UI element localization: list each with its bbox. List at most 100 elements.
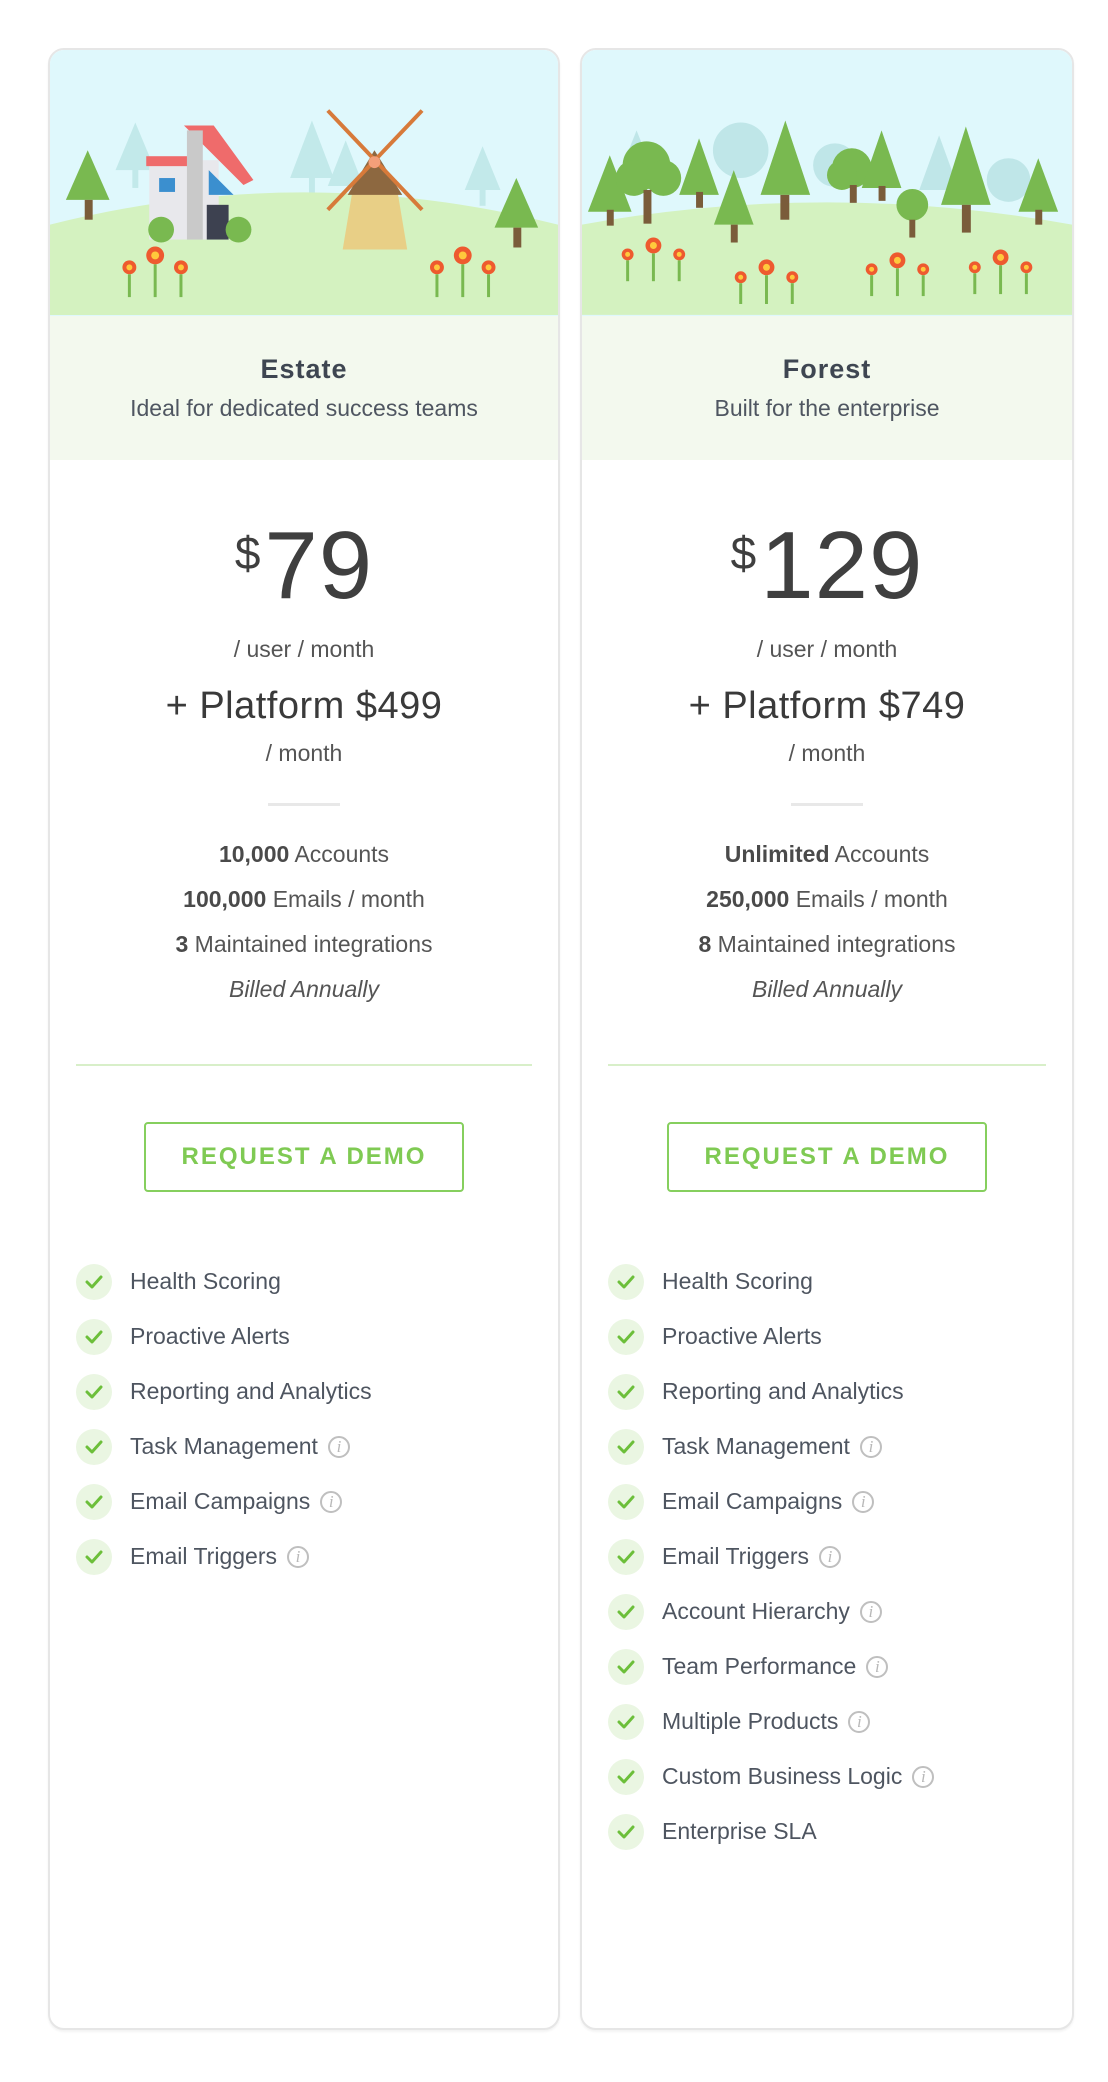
- info-icon[interactable]: i: [848, 1710, 871, 1733]
- price-amount: 79: [264, 512, 374, 619]
- quota-label: Maintained integrations: [717, 931, 956, 957]
- feature-label: Task Management: [130, 1433, 318, 1459]
- plan-tagline: Ideal for dedicated success teams: [130, 395, 478, 421]
- check-icon: [608, 1483, 644, 1520]
- quota-value: 250,000: [706, 886, 790, 912]
- divider: [608, 1064, 1046, 1066]
- feature-list: Health Scoring Proactive Alerts Reporting …: [582, 1254, 1072, 1859]
- feature-item: Multiple Products i: [608, 1694, 1072, 1749]
- request-demo-button[interactable]: REQUEST A DEMO: [667, 1122, 987, 1192]
- feature-label: Proactive Alerts: [130, 1323, 290, 1349]
- info-icon[interactable]: i: [320, 1490, 343, 1513]
- house-and-windmill-icon: [50, 109, 558, 315]
- feature-item: Health Scoring: [76, 1254, 558, 1309]
- quota-accounts: 10,000 Accounts: [50, 832, 558, 877]
- feature-label: Team Performance: [662, 1653, 857, 1679]
- price: $129: [582, 518, 1072, 614]
- feature-item: Proactive Alerts: [76, 1309, 558, 1364]
- check-icon: [608, 1813, 644, 1850]
- platform-period: / month: [265, 740, 343, 766]
- currency-symbol: $: [730, 527, 757, 579]
- feature-item: Reporting and Analytics: [76, 1364, 558, 1419]
- quota-label: Accounts: [834, 841, 930, 867]
- feature-item: Task Management i: [608, 1419, 1072, 1474]
- plan-header: Forest Built for the enterprise: [582, 316, 1072, 460]
- check-icon: [608, 1758, 644, 1795]
- price-period: / user / month: [756, 636, 898, 662]
- quota-label: Maintained integrations: [194, 931, 433, 957]
- estate-illustration: [50, 50, 558, 316]
- info-icon[interactable]: i: [286, 1545, 309, 1568]
- info-icon[interactable]: i: [327, 1435, 350, 1458]
- feature-label: Multiple Products: [662, 1708, 839, 1734]
- check-icon: [608, 1373, 644, 1410]
- feature-item: Task Management i: [76, 1419, 558, 1474]
- feature-list: Health Scoring Proactive Alerts Reporting …: [50, 1254, 558, 1584]
- divider: [268, 803, 340, 806]
- info-icon[interactable]: i: [818, 1545, 841, 1568]
- feature-item: Account Hierarchy i: [608, 1584, 1072, 1639]
- quota-value: 3: [175, 931, 189, 957]
- quota-label: Emails / month: [272, 886, 425, 912]
- info-icon[interactable]: i: [852, 1490, 875, 1513]
- feature-label: Email Campaigns: [130, 1488, 311, 1514]
- feature-label: Proactive Alerts: [662, 1323, 822, 1349]
- plan-name: Forest: [782, 354, 872, 384]
- feature-label: Email Triggers: [130, 1543, 277, 1569]
- feature-label: Health Scoring: [662, 1268, 813, 1294]
- feature-label: Email Campaigns: [662, 1488, 843, 1514]
- feature-label: Account Hierarchy: [662, 1598, 850, 1624]
- check-icon: [608, 1428, 644, 1465]
- feature-label: Custom Business Logic: [662, 1763, 903, 1789]
- quota-integrations: 3 Maintained integrations: [50, 922, 558, 967]
- info-icon[interactable]: i: [859, 1435, 882, 1458]
- check-icon: [608, 1593, 644, 1630]
- price-amount: 129: [760, 512, 924, 619]
- quota-emails: 100,000 Emails / month: [50, 877, 558, 922]
- quota-label: Emails / month: [795, 886, 948, 912]
- request-demo-button[interactable]: REQUEST A DEMO: [144, 1122, 464, 1192]
- info-icon[interactable]: i: [859, 1600, 882, 1623]
- feature-item: Email Triggers i: [608, 1529, 1072, 1584]
- forest-illustration: [582, 50, 1072, 316]
- check-icon: [608, 1703, 644, 1740]
- quota-emails: 250,000 Emails / month: [582, 877, 1072, 922]
- plan-quotas: Unlimited Accounts 250,000 Emails / mont…: [582, 832, 1072, 1012]
- feature-item: Enterprise SLA: [608, 1804, 1072, 1859]
- check-icon: [76, 1263, 112, 1300]
- quota-value: 8: [698, 931, 712, 957]
- check-icon: [608, 1263, 644, 1300]
- billing-note: Billed Annually: [228, 976, 380, 1002]
- forest-icon: [582, 120, 1072, 315]
- check-icon: [76, 1483, 112, 1520]
- divider: [76, 1064, 532, 1066]
- platform-fee: + Platform $499: [165, 685, 443, 727]
- feature-label: Enterprise SLA: [662, 1818, 817, 1844]
- feature-label: Reporting and Analytics: [662, 1378, 904, 1404]
- check-icon: [76, 1538, 112, 1575]
- plan-quotas: 10,000 Accounts 100,000 Emails / month 3…: [50, 832, 558, 1012]
- feature-item: Email Campaigns i: [608, 1474, 1072, 1529]
- feature-item: Custom Business Logic i: [608, 1749, 1072, 1804]
- feature-item: Team Performance i: [608, 1639, 1072, 1694]
- info-icon[interactable]: i: [866, 1655, 889, 1678]
- plan-name: Estate: [260, 354, 348, 384]
- check-icon: [76, 1373, 112, 1410]
- feature-item: Reporting and Analytics: [608, 1364, 1072, 1419]
- feature-item: Proactive Alerts: [608, 1309, 1072, 1364]
- quota-integrations: 8 Maintained integrations: [582, 922, 1072, 967]
- plan-header: Estate Ideal for dedicated success teams: [50, 316, 558, 460]
- quota-value: 100,000: [183, 886, 267, 912]
- plan-tagline: Built for the enterprise: [714, 395, 940, 421]
- feature-label: Email Triggers: [662, 1543, 809, 1569]
- price: $79: [50, 518, 558, 614]
- plan-card-forest: Forest Built for the enterprise $129 / u…: [580, 48, 1074, 2030]
- platform-fee: + Platform $749: [688, 685, 966, 727]
- info-icon[interactable]: i: [912, 1765, 935, 1788]
- quota-value: 10,000: [218, 841, 290, 867]
- feature-item: Email Triggers i: [76, 1529, 558, 1584]
- check-icon: [608, 1538, 644, 1575]
- feature-label: Reporting and Analytics: [130, 1378, 372, 1404]
- quota-label: Accounts: [294, 841, 390, 867]
- currency-symbol: $: [234, 527, 261, 579]
